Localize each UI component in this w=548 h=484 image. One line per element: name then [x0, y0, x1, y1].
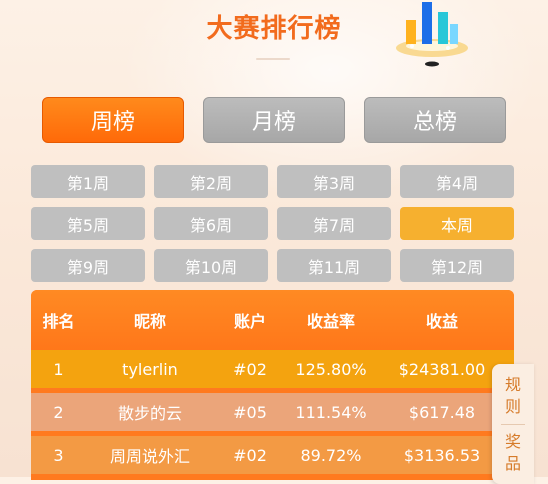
tab-monthly[interactable]: 月榜: [203, 97, 345, 143]
table-header: 排名 昵称 账户 收益率 收益: [31, 290, 514, 350]
week-button-4[interactable]: 第4周: [400, 165, 514, 198]
tab-overall[interactable]: 总榜: [364, 97, 506, 143]
week-button-7[interactable]: 第7周: [277, 207, 391, 240]
rank-cell: 2: [53, 402, 64, 422]
rules-button[interactable]: 规则: [502, 364, 524, 418]
account-cell: #02: [233, 359, 267, 379]
prizes-button[interactable]: 奖品: [502, 431, 524, 475]
week-button-6[interactable]: 第6周: [154, 207, 268, 240]
header-return-rate: 收益率: [306, 312, 355, 331]
week-button-2[interactable]: 第2周: [154, 165, 268, 198]
week-button-5[interactable]: 第5周: [31, 207, 145, 240]
leaderboard-table: 排名 昵称 账户 收益率 收益 1 tylerlin #02 125.80% $…: [31, 290, 514, 480]
week-button-current[interactable]: 本周: [400, 207, 514, 240]
return-rate-cell: 89.72%: [300, 445, 362, 465]
week-button-9[interactable]: 第9周: [31, 249, 145, 282]
week-button-12[interactable]: 第12周: [400, 249, 514, 282]
week-button-3[interactable]: 第3周: [277, 165, 391, 198]
week-button-10[interactable]: 第10周: [154, 249, 268, 282]
title-underline: [256, 58, 290, 60]
week-button-11[interactable]: 第11周: [277, 249, 391, 282]
week-button-1[interactable]: 第1周: [31, 165, 145, 198]
header-account: 账户: [233, 312, 266, 331]
return-rate-cell: 111.54%: [295, 402, 367, 422]
nickname-cell: tylerlin: [122, 359, 178, 379]
profit-cell: $617.48: [408, 402, 476, 422]
tab-weekly[interactable]: 周榜: [42, 97, 184, 143]
profit-cell: $24381.00: [398, 359, 486, 379]
account-cell: #02: [233, 445, 267, 465]
rank-cell: 3: [53, 445, 64, 465]
table-row: 2 散步的云 #05 111.54% $617.48: [31, 393, 514, 431]
side-divider: [501, 424, 525, 425]
rank-cell: 1: [53, 359, 64, 379]
bar-chart-icon: [396, 2, 468, 67]
nickname-cell: 周周说外汇: [109, 447, 190, 466]
nickname-cell: 散步的云: [117, 404, 182, 423]
header-nickname: 昵称: [133, 312, 166, 331]
header-profit: 收益: [425, 312, 458, 331]
profit-cell: $3136.53: [403, 445, 481, 465]
header-rank: 排名: [42, 312, 75, 331]
side-floating-panel: 规则 奖品: [492, 364, 534, 484]
return-rate-cell: 125.80%: [295, 359, 367, 379]
table-row: 3 周周说外汇 #02 89.72% $3136.53: [31, 436, 514, 474]
table-row: 1 tylerlin #02 125.80% $24381.00: [31, 350, 514, 388]
account-cell: #05: [233, 402, 267, 422]
